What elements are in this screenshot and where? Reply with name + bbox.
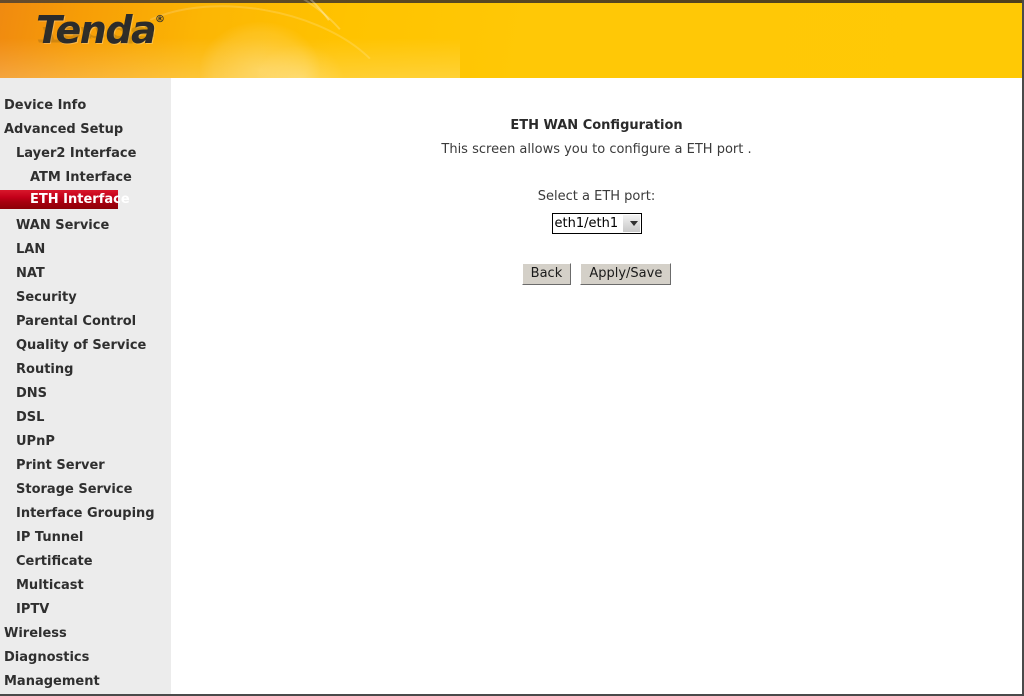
sidebar-item-nat[interactable]: NAT xyxy=(0,262,171,286)
sidebar-item-label: NAT xyxy=(16,266,45,281)
sidebar-item-storage-service[interactable]: Storage Service xyxy=(0,478,171,502)
sidebar-item-layer2-interface[interactable]: Layer2 Interface xyxy=(0,142,171,166)
logo-reflection: Tenda xyxy=(36,21,156,46)
sidebar-item-atm-interface[interactable]: ATM Interface xyxy=(0,166,171,190)
sidebar-item-label: Quality of Service xyxy=(16,338,147,353)
sidebar-item-label: DSL xyxy=(16,410,45,425)
sidebar-item-advanced-setup[interactable]: Advanced Setup xyxy=(0,118,171,142)
sidebar-item-label: WAN Service xyxy=(16,218,110,233)
router-admin-page: Tenda Tenda ® Device Info Advanced Setup L… xyxy=(0,0,1024,696)
sidebar-item-dsl[interactable]: DSL xyxy=(0,406,171,430)
sidebar-item-label: Diagnostics xyxy=(4,650,90,665)
sidebar-item-label: Advanced Setup xyxy=(4,122,124,137)
sidebar-item-label: Interface Grouping xyxy=(16,506,155,521)
sidebar-item-routing[interactable]: Routing xyxy=(0,358,171,382)
sidebar-item-wireless[interactable]: Wireless xyxy=(0,622,171,646)
sidebar-item-dns[interactable]: DNS xyxy=(0,382,171,406)
sidebar-item-label: Security xyxy=(16,290,77,305)
sidebar-item-print-server[interactable]: Print Server xyxy=(0,454,171,478)
sidebar-item-label: Routing xyxy=(16,362,74,377)
sidebar-item-label: UPnP xyxy=(16,434,55,449)
sidebar-item-label: Parental Control xyxy=(16,314,137,329)
sidebar-item-label: Device Info xyxy=(4,98,87,113)
sidebar-item-security[interactable]: Security xyxy=(0,286,171,310)
eth-port-select[interactable]: eth1/eth1 xyxy=(551,213,642,234)
sidebar-item-label: Print Server xyxy=(16,458,105,473)
sidebar-item-ip-tunnel[interactable]: IP Tunnel xyxy=(0,526,171,550)
form-action-buttons: Back Apply/Save xyxy=(171,262,1022,285)
sidebar-item-wan-service[interactable]: WAN Service xyxy=(0,214,171,238)
sidebar-item-list: Device Info Advanced Setup Layer2 Interfac… xyxy=(0,94,171,694)
registered-trademark-icon: ® xyxy=(155,14,165,25)
sidebar-item-interface-grouping[interactable]: Interface Grouping xyxy=(0,502,171,526)
sidebar-item-label: Certificate xyxy=(16,554,93,569)
sidebar-item-eth-interface[interactable]: ETH Interface xyxy=(0,190,171,214)
sidebar-item-quality-of-service[interactable]: Quality of Service xyxy=(0,334,171,358)
eth-port-select-row: eth1/eth1 xyxy=(171,212,1022,234)
eth-port-select-wrapper: eth1/eth1 xyxy=(551,212,642,234)
sidebar-item-device-info[interactable]: Device Info xyxy=(0,94,171,118)
eth-wan-configuration-panel: ETH WAN Configuration This screen allows… xyxy=(171,78,1022,285)
banner-top-edge xyxy=(0,0,1022,3)
sidebar-item-label: ATM Interface xyxy=(30,170,132,185)
sidebar-item-certificate[interactable]: Certificate xyxy=(0,550,171,574)
sidebar-item-label: LAN xyxy=(16,242,46,257)
page-title: ETH WAN Configuration xyxy=(510,118,683,133)
sidebar-item-parental-control[interactable]: Parental Control xyxy=(0,310,171,334)
brand-banner: Tenda Tenda ® xyxy=(0,0,1022,78)
sidebar-item-label: Multicast xyxy=(16,578,84,593)
sidebar-item-label: Wireless xyxy=(4,626,67,641)
eth-port-label: Select a ETH port: xyxy=(537,189,656,204)
sidebar-item-diagnostics[interactable]: Diagnostics xyxy=(0,646,171,670)
sidebar-item-lan[interactable]: LAN xyxy=(0,238,171,262)
tenda-logo: Tenda Tenda ® xyxy=(36,8,196,70)
back-button[interactable]: Back xyxy=(521,263,572,285)
sidebar-item-upnp[interactable]: UPnP xyxy=(0,430,171,454)
sidebar-item-label: Layer2 Interface xyxy=(16,146,137,161)
sidebar-item-label: Management xyxy=(4,674,100,689)
page-description: This screen allows you to configure a ET… xyxy=(441,142,752,157)
sidebar-item-iptv[interactable]: IPTV xyxy=(0,598,171,622)
sidebar-item-label: Storage Service xyxy=(16,482,133,497)
sidebar-item-multicast[interactable]: Multicast xyxy=(0,574,171,598)
sidebar-item-label: IPTV xyxy=(16,602,50,617)
sidebar-item-management[interactable]: Management xyxy=(0,670,171,694)
sidebar-item-label: IP Tunnel xyxy=(16,530,84,545)
sidebar-navigation: Device Info Advanced Setup Layer2 Interfac… xyxy=(0,78,171,694)
apply-save-button[interactable]: Apply/Save xyxy=(580,263,672,285)
main-content: ETH WAN Configuration This screen allows… xyxy=(171,78,1022,694)
sidebar-item-label: DNS xyxy=(16,386,48,401)
sidebar-top-spacer xyxy=(0,78,171,94)
sidebar-active-highlight: ETH Interface xyxy=(0,190,130,209)
